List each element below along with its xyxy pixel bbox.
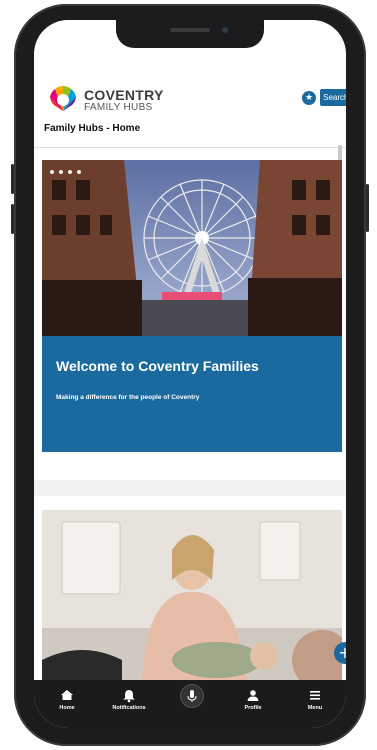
section-separator [34,480,346,496]
brand-subname: FAMILY HUBS [84,102,153,113]
carousel-dot[interactable] [77,170,81,174]
search-button[interactable]: Search 🔍︎ [320,89,346,106]
tab-menu[interactable]: Menu [284,687,346,711]
star-icon[interactable]: ★ [302,91,316,105]
app-header: COVENTRY FAMILY HUBS ★ Search 🔍︎ Family … [34,75,346,140]
header-divider [34,147,346,148]
welcome-title: Welcome to Coventry Families [56,358,259,374]
tab-home[interactable]: Home [36,687,98,711]
home-icon [61,690,73,700]
front-camera [222,27,228,33]
microphone-icon [187,690,197,702]
carousel-dot[interactable] [68,170,72,174]
person-icon [247,690,259,701]
page-title: Family Hubs - Home [44,123,141,134]
tab-profile-label: Profile [244,705,262,711]
family-card-image[interactable] [42,510,342,680]
speaker [170,28,210,32]
notch [116,20,264,48]
bottom-tab-bar: Home Notifications Profile Menu [34,680,346,728]
hero-image [42,160,342,336]
carousel-dot[interactable] [59,170,63,174]
search-label: Search [323,93,346,102]
welcome-banner: Welcome to Coventry Families Making a di… [42,336,342,452]
microphone-button[interactable] [180,684,204,708]
volume-up-button [11,164,14,194]
hamburger-icon [310,691,320,700]
brand-name: COVENTRY [84,87,164,103]
welcome-subtitle: Making a difference for the people of Co… [56,394,200,401]
tab-home-label: Home [59,705,75,711]
ferris-wheel-image [42,160,342,336]
power-button [366,184,369,232]
volume-down-button [11,204,14,234]
tab-notifications-label: Notifications [112,705,146,711]
phone-screen: COVENTRY FAMILY HUBS ★ Search 🔍︎ Family … [34,20,346,728]
bell-icon [123,690,135,703]
tab-profile[interactable]: Profile [222,687,284,711]
tab-notifications[interactable]: Notifications [98,687,160,711]
tab-menu-label: Menu [307,705,323,711]
welcome-card[interactable]: Welcome to Coventry Families Making a di… [42,160,342,452]
parent-baby-image [42,510,342,680]
carousel-dot[interactable] [50,170,54,174]
coventry-logo-icon[interactable] [46,83,80,113]
carousel-indicators[interactable] [50,170,81,174]
